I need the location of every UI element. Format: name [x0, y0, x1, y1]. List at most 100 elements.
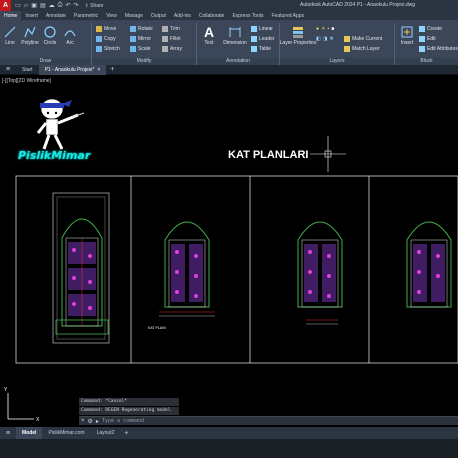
- circle-tool[interactable]: Circle: [40, 25, 60, 46]
- match-layer-icon: [344, 46, 350, 52]
- tab-add-ins[interactable]: Add-ins: [170, 11, 195, 21]
- line-icon: [3, 25, 17, 39]
- edit-attributes-tool[interactable]: Edit Attributes: [419, 45, 458, 53]
- layer-isolate-icon[interactable]: ◨: [323, 36, 328, 42]
- dimension-icon: [228, 25, 242, 39]
- drawing-canvas[interactable]: [-][Top][2D Wireframe] Y X PislikMimar K…: [0, 75, 458, 427]
- scale-tool[interactable]: Scale: [130, 45, 151, 53]
- mascot-figure: [36, 98, 85, 150]
- line-label: Line: [5, 40, 15, 46]
- annotation-panel-title[interactable]: Annotation: [197, 58, 279, 65]
- tab-express-tools[interactable]: Express Tools: [228, 11, 267, 21]
- status-bar: [0, 439, 458, 458]
- undo-icon[interactable]: ↶: [65, 2, 70, 9]
- array-tool[interactable]: Array: [162, 45, 182, 53]
- trim-tool[interactable]: Trim: [162, 25, 180, 33]
- match-layer-tool[interactable]: Match Layer: [344, 45, 380, 53]
- lock-icon[interactable]: ▪: [328, 26, 330, 32]
- modify-panel-title[interactable]: Modify: [92, 58, 196, 65]
- print-icon[interactable]: ⎙: [58, 2, 63, 9]
- make-current-icon: [344, 36, 350, 42]
- table-tool[interactable]: Table: [251, 45, 271, 53]
- tab-model[interactable]: Model: [16, 427, 43, 439]
- cloud-icon[interactable]: ☁: [49, 2, 55, 9]
- line-tool[interactable]: Line: [0, 25, 20, 46]
- crosshair-cursor-icon: [310, 136, 346, 172]
- move-label: Move: [104, 26, 117, 32]
- window-title: Autodesk AutoCAD 2024 P1 - Anaokulu Proj…: [300, 2, 416, 8]
- tab-output[interactable]: Output: [147, 11, 170, 21]
- layout-tab-bar: ≡ Model PislikMimar.com Layout2 +: [0, 427, 458, 439]
- tab-home[interactable]: Home: [0, 10, 22, 21]
- tab-collaborate[interactable]: Collaborate: [195, 11, 229, 21]
- drawing-geometry: Y X: [4, 98, 458, 423]
- stretch-tool[interactable]: Stretch: [96, 45, 120, 53]
- open-file-icon[interactable]: ▱: [24, 2, 29, 9]
- edit-block-tool[interactable]: Edit: [419, 35, 436, 43]
- new-tab-icon[interactable]: +: [110, 66, 114, 73]
- save-as-icon[interactable]: ▤: [40, 2, 46, 9]
- create-block-tool[interactable]: Create: [419, 25, 442, 33]
- tab-parametric[interactable]: Parametric: [70, 11, 102, 21]
- insert-block-icon: [400, 25, 414, 39]
- layout-menu-icon[interactable]: ≡: [0, 430, 16, 437]
- mirror-tool[interactable]: Mirror: [130, 35, 151, 43]
- dimension-tool[interactable]: Dimension: [223, 25, 247, 46]
- tab-layout-pislikmimar[interactable]: PislikMimar.com: [42, 427, 90, 439]
- arc-tool[interactable]: Arc: [60, 25, 80, 46]
- polyline-tool[interactable]: Polyline: [20, 25, 40, 46]
- layers-panel-title[interactable]: Layers: [280, 58, 394, 65]
- close-tab-icon[interactable]: ×: [97, 67, 100, 73]
- layer-properties-icon: [291, 25, 305, 39]
- active-drawing-label: P1 - Anaokulu Projesi*: [44, 66, 95, 73]
- tab-start[interactable]: Start: [16, 65, 39, 75]
- fillet-tool[interactable]: Fillet: [162, 35, 181, 43]
- lightbulb-icon[interactable]: ●: [316, 26, 319, 32]
- wrench-icon[interactable]: ⚙: [88, 418, 93, 425]
- layer-color-icon[interactable]: ■: [331, 26, 334, 32]
- circle-icon: [43, 25, 57, 39]
- edit-label: Edit: [427, 36, 436, 42]
- edit-block-icon: [419, 36, 425, 42]
- sun-icon[interactable]: ☀: [321, 26, 325, 32]
- layer-properties-tool[interactable]: Layer Properties: [280, 25, 316, 46]
- trim-icon: [162, 26, 168, 32]
- new-layout-icon[interactable]: +: [124, 430, 128, 437]
- tab-manage[interactable]: Manage: [121, 11, 147, 21]
- tab-insert[interactable]: Insert: [21, 11, 42, 21]
- redo-icon[interactable]: ↷: [73, 2, 78, 9]
- mirror-icon: [130, 36, 136, 42]
- leader-tool[interactable]: Leader: [251, 35, 275, 43]
- save-icon[interactable]: ▣: [31, 2, 37, 9]
- new-file-icon[interactable]: ▭: [15, 2, 21, 9]
- insert-label: Insert: [400, 40, 414, 46]
- tab-annotate[interactable]: Annotate: [42, 11, 70, 21]
- command-line[interactable]: × ⚙ ▸ Type a command: [79, 416, 458, 425]
- circle-label: Circle: [43, 40, 57, 46]
- layer-off-icon[interactable]: ◧: [316, 36, 321, 42]
- make-current-tool[interactable]: Make Current: [344, 35, 382, 43]
- tab-view[interactable]: View: [102, 11, 121, 21]
- hamburger-menu-icon[interactable]: ≡: [0, 66, 16, 73]
- tab-layout2[interactable]: Layout2: [91, 427, 121, 439]
- copy-tool[interactable]: Copy: [96, 35, 116, 43]
- share-label: Share: [90, 2, 104, 9]
- tab-featured-apps[interactable]: Featured Apps: [268, 11, 309, 21]
- quick-access-toolbar: ▭ ▱ ▣ ▤ ☁ ⎙ ↶ ↷: [15, 2, 79, 9]
- text-tool[interactable]: A Text: [199, 24, 219, 46]
- layer-freeze-icon[interactable]: ❄: [329, 36, 333, 42]
- tab-active-drawing[interactable]: P1 - Anaokulu Projesi* ×: [38, 64, 107, 75]
- ribbon-tab-bar: Home Insert Annotate Parametric View Man…: [0, 10, 458, 21]
- share-button[interactable]: ⇪ Share: [85, 3, 104, 9]
- linear-icon: [251, 26, 257, 32]
- autocad-logo-icon[interactable]: A: [0, 0, 11, 11]
- insert-tool[interactable]: Insert: [397, 25, 417, 46]
- linear-tool[interactable]: Linear: [251, 25, 273, 33]
- rotate-tool[interactable]: Rotate: [130, 25, 153, 33]
- block-panel-title[interactable]: Block: [395, 58, 458, 65]
- command-input[interactable]: Type a command: [102, 418, 144, 424]
- text-label: Text: [204, 40, 214, 46]
- close-command-icon[interactable]: ×: [81, 418, 85, 424]
- create-label: Create: [427, 26, 443, 32]
- move-tool[interactable]: Move: [96, 25, 116, 33]
